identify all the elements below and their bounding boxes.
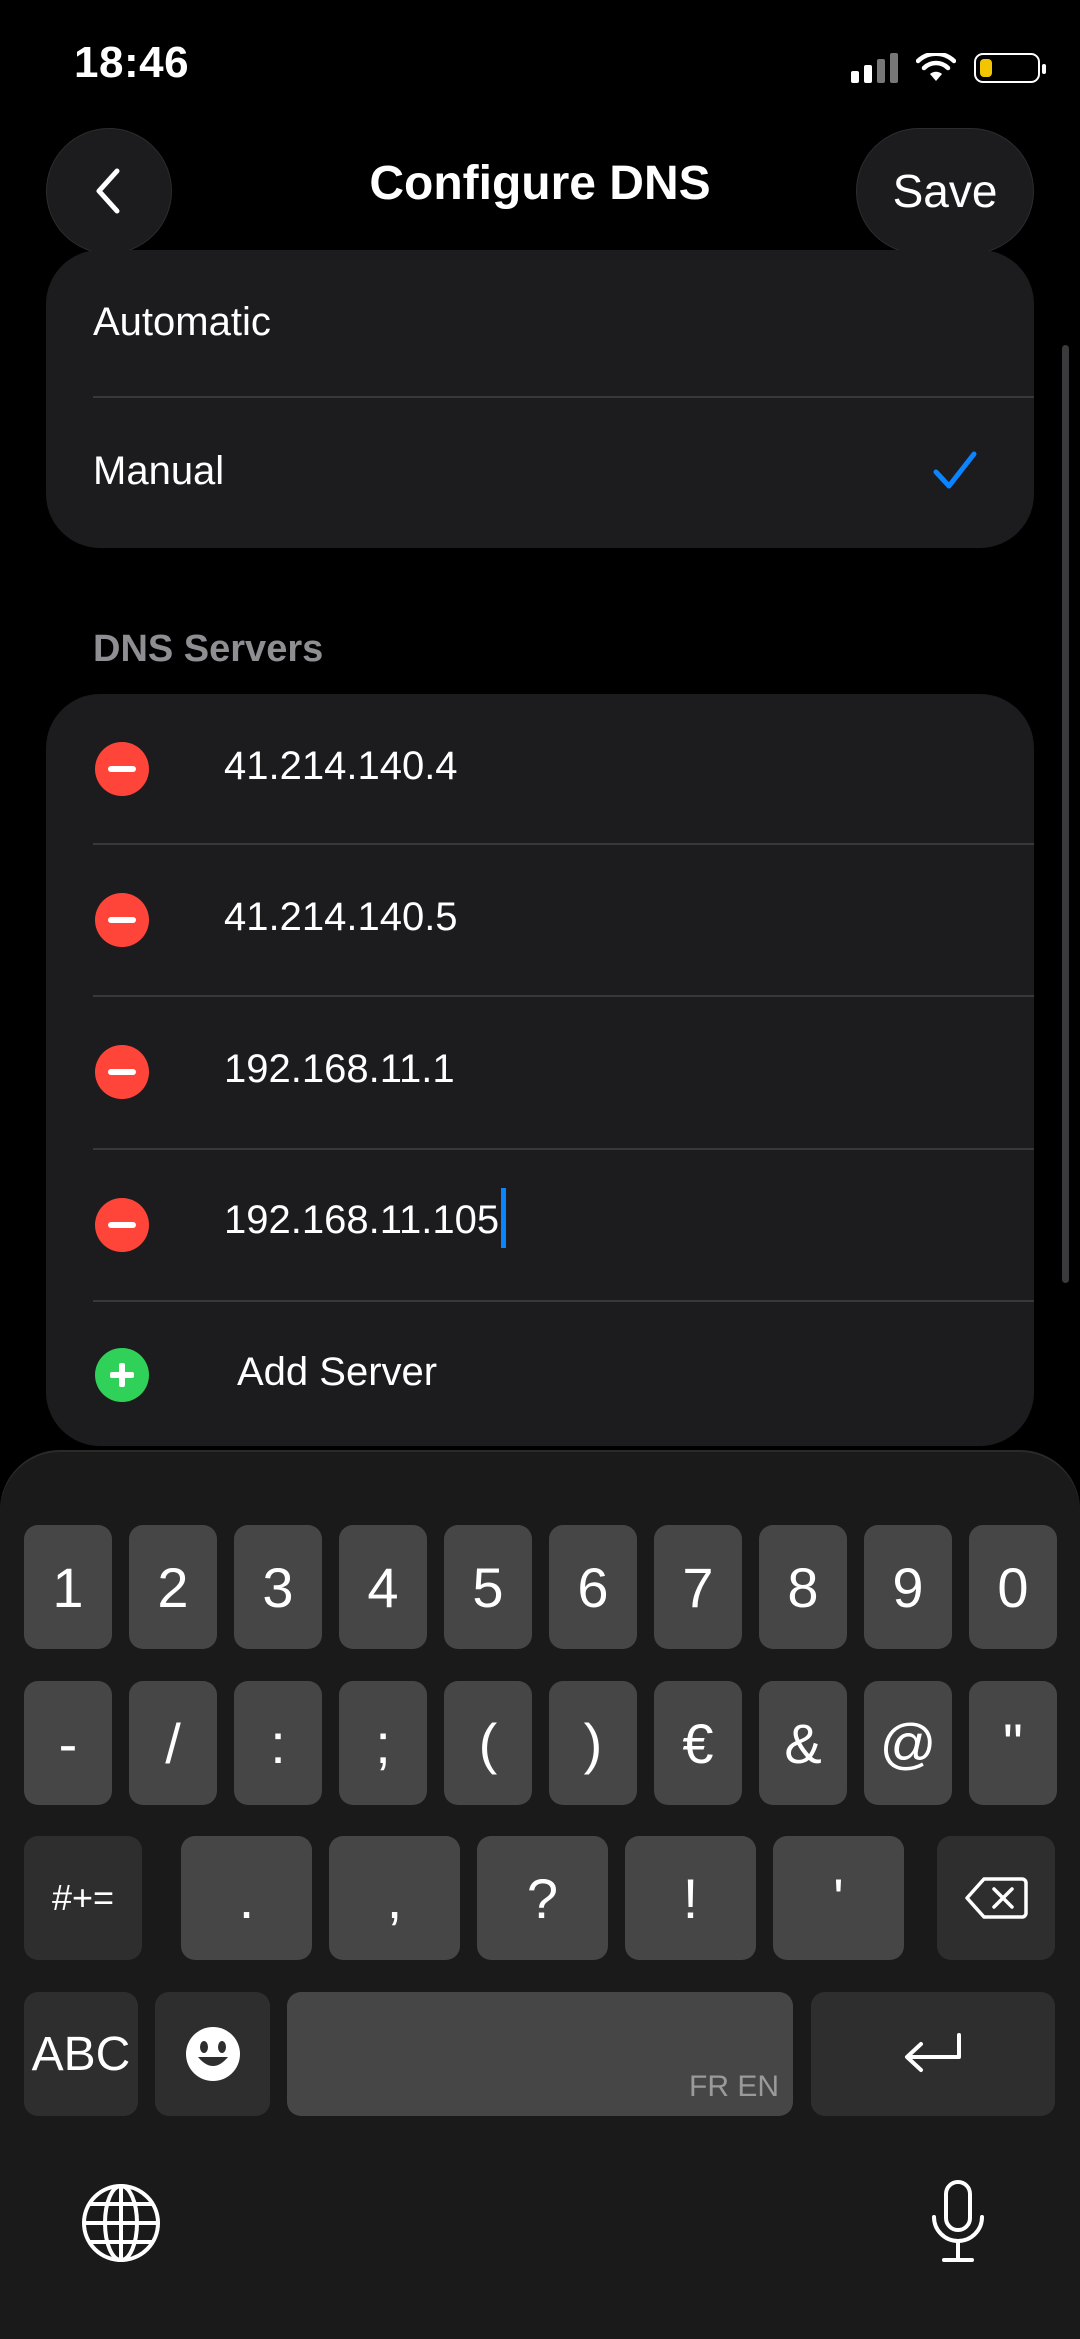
server-address-value: 192.168.11.105 [224,1198,500,1242]
list-item: 41.214.140.5 [46,845,1034,995]
remove-server-button[interactable] [95,742,149,796]
keyboard: 1 2 3 4 5 6 7 8 9 0 - / : ; ( ) € & @ " … [0,1452,1080,2339]
server-address-input-focused[interactable]: 192.168.11.105 [224,1188,507,1250]
globe-button[interactable] [80,2182,162,2264]
status-icons [851,48,1046,88]
key-4[interactable]: 4 [339,1525,427,1649]
key-3[interactable]: 3 [234,1525,322,1649]
keyboard-row-digits: 1 2 3 4 5 6 7 8 9 0 [24,1525,1057,1649]
return-key[interactable] [811,1992,1055,2116]
scrollbar[interactable] [1062,345,1069,1283]
list-item: 192.168.11.1 [46,997,1034,1147]
key-period[interactable]: . [181,1836,312,1960]
key-open-paren[interactable]: ( [444,1681,532,1805]
server-address-input[interactable]: 41.214.140.4 [224,744,458,789]
key-6[interactable]: 6 [549,1525,637,1649]
key-8[interactable]: 8 [759,1525,847,1649]
remove-server-button[interactable] [95,1045,149,1099]
keyboard-row-punctuation: . , ? ! ' [181,1836,904,1960]
text-cursor [501,1188,507,1249]
key-1[interactable]: 1 [24,1525,112,1649]
dictation-button[interactable] [928,2179,988,2265]
key-at[interactable]: @ [864,1681,952,1805]
key-close-paren[interactable]: ) [549,1681,637,1805]
key-exclamation[interactable]: ! [625,1836,756,1960]
key-comma[interactable]: , [329,1836,460,1960]
space-key[interactable]: FR EN [287,1992,793,2116]
key-0[interactable]: 0 [969,1525,1057,1649]
option-automatic[interactable]: Automatic [46,250,1034,397]
key-7[interactable]: 7 [654,1525,742,1649]
keyboard-row-symbols: - / : ; ( ) € & @ " [24,1681,1057,1805]
dns-servers-card: 41.214.140.4 41.214.140.5 192.168.11.1 1… [46,694,1034,1446]
microphone-icon [932,2180,984,2262]
add-icon [95,1348,149,1402]
list-item: 41.214.140.4 [46,694,1034,844]
list-item: 192.168.11.105 [46,1150,1034,1300]
globe-icon [82,2184,160,2262]
save-button[interactable]: Save [856,128,1034,254]
abc-key[interactable]: ABC [24,1992,138,2116]
wifi-icon [916,53,956,81]
emoji-icon [185,2027,240,2081]
backspace-icon [965,1877,1028,1919]
server-address-input[interactable]: 192.168.11.1 [224,1047,455,1092]
backspace-key[interactable] [937,1836,1055,1960]
space-language-hint: FR EN [689,2070,779,2103]
key-9[interactable]: 9 [864,1525,952,1649]
server-address-input[interactable]: 41.214.140.5 [224,895,458,940]
key-euro[interactable]: € [654,1681,742,1805]
key-hyphen[interactable]: - [24,1681,112,1805]
key-2[interactable]: 2 [129,1525,217,1649]
emoji-key[interactable] [155,1992,270,2116]
remove-server-button[interactable] [95,1198,149,1252]
key-ampersand[interactable]: & [759,1681,847,1805]
signal-icon [851,53,898,83]
key-colon[interactable]: : [234,1681,322,1805]
add-server-label: Add Server [237,1350,438,1394]
status-time: 18:46 [74,38,190,87]
key-5[interactable]: 5 [444,1525,532,1649]
dns-mode-card: Automatic Manual [46,250,1034,548]
option-automatic-label: Automatic [93,300,271,344]
key-semicolon[interactable]: ; [339,1681,427,1805]
key-question[interactable]: ? [477,1836,608,1960]
battery-icon [974,53,1046,83]
option-manual-label: Manual [93,449,225,493]
return-icon [905,2033,961,2072]
checkmark-icon [933,451,977,489]
remove-server-button[interactable] [95,893,149,947]
add-server-button[interactable]: Add Server [46,1302,1034,1446]
key-slash[interactable]: / [129,1681,217,1805]
key-more-symbols[interactable]: #+= [24,1836,142,1960]
option-manual[interactable]: Manual [46,398,1034,548]
key-apostrophe[interactable]: ' [773,1836,904,1960]
section-header-dns: DNS Servers [93,628,324,670]
key-quote[interactable]: " [969,1681,1057,1805]
